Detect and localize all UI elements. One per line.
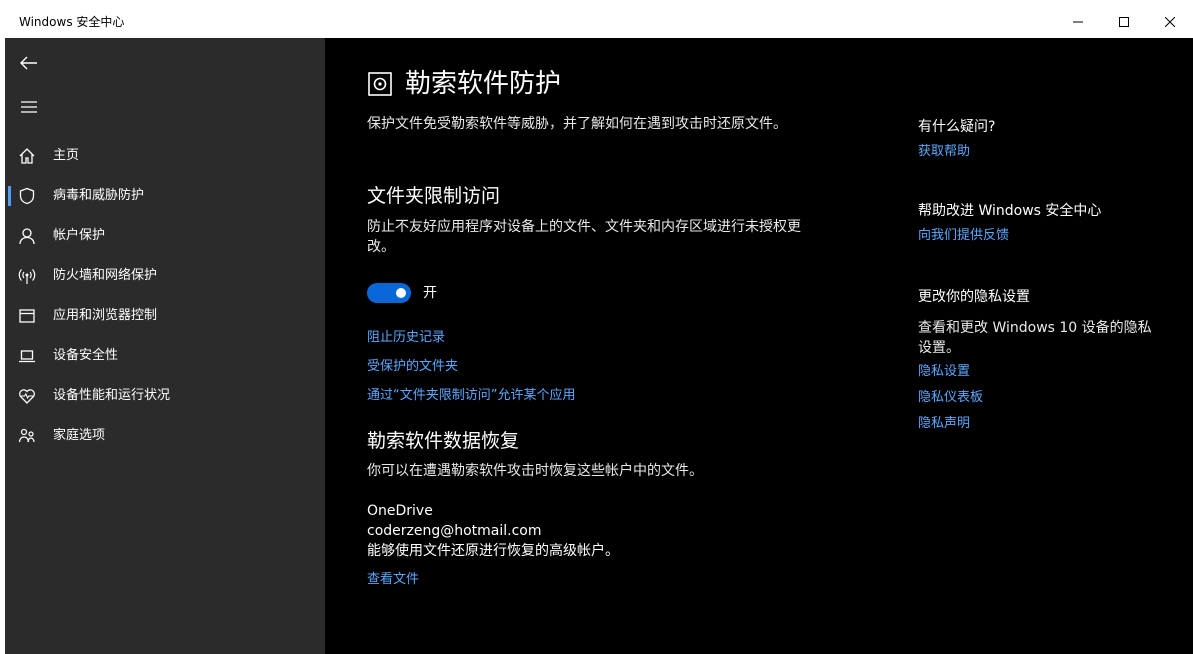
nav-item-label: 防火墙和网络保护 (53, 268, 158, 283)
page-header: 勒索软件防护 (367, 68, 561, 100)
nav-item-account-protection[interactable]: 帐户保护 (5, 216, 325, 256)
back-button[interactable] (5, 43, 53, 83)
block-history-link[interactable]: 阻止历史记录 (367, 330, 445, 346)
recovery-heading: 勒索软件数据恢复 (367, 430, 520, 452)
toggle-knob (396, 288, 406, 298)
browser-window-icon (17, 306, 37, 326)
cfa-toggle-row: 开 (367, 283, 437, 303)
ransomware-protection-icon (367, 71, 393, 97)
privacy-description-line: 查看和更改 Windows 10 设备的隐私 (918, 320, 1152, 336)
nav-item-label: 主页 (53, 148, 80, 163)
improve-heading: 帮助改进 Windows 安全中心 (918, 203, 1102, 219)
hamburger-icon (21, 101, 37, 113)
wifi-antenna-icon (17, 266, 37, 286)
sidebar: 主页 病毒和威胁防护 帐户保护 防火墙和网络保护 应用和浏览器控制 设备安全性 … (5, 38, 325, 654)
help-heading: 有什么疑问? (918, 119, 996, 135)
nav-item-label: 设备安全性 (53, 348, 119, 363)
nav-item-label: 设备性能和运行状况 (53, 388, 171, 403)
nav-item-app-browser-control[interactable]: 应用和浏览器控制 (5, 296, 325, 336)
feedback-link[interactable]: 向我们提供反馈 (918, 228, 1188, 244)
protected-folders-link[interactable]: 受保护的文件夹 (367, 359, 458, 375)
right-pane: 有什么疑问? 获取帮助 帮助改进 Windows 安全中心 向我们提供反馈 更改… (918, 118, 1188, 432)
app-window: Windows 安全中心 主页 病毒和威胁防护 帐户保护 防火墙和网络保护 应用… (5, 5, 1193, 654)
privacy-statement-link[interactable]: 隐私声明 (918, 416, 1188, 432)
close-button[interactable] (1147, 5, 1193, 38)
minimize-icon (1073, 21, 1083, 22)
cfa-description: 防止不友好应用程序对设备上的文件、文件夹和内存区域进行未授权更 改。 (367, 217, 847, 257)
title-bar: Windows 安全中心 (5, 5, 1193, 38)
heart-pulse-icon (17, 386, 37, 406)
nav-item-label: 帐户保护 (53, 228, 106, 243)
cfa-description-line: 防止不友好应用程序对设备上的文件、文件夹和内存区域进行未授权更 (367, 219, 801, 235)
toggle-state-label: 开 (423, 285, 437, 301)
page-subtitle: 保护文件免受勒索软件等威胁，并了解如何在遇到攻击时还原文件。 (367, 116, 787, 132)
privacy-description: 查看和更改 Windows 10 设备的隐私 设置。 (918, 318, 1188, 358)
nav-item-virus-protection[interactable]: 病毒和威胁防护 (5, 176, 325, 216)
laptop-icon (17, 346, 37, 366)
nav-item-label: 病毒和威胁防护 (53, 188, 145, 203)
recovery-description: 你可以在遭遇勒索软件攻击时恢复这些帐户中的文件。 (367, 463, 703, 479)
person-icon (17, 226, 37, 246)
back-arrow-icon (20, 56, 37, 70)
privacy-heading: 更改你的隐私设置 (918, 289, 1030, 305)
cfa-toggle[interactable] (367, 283, 411, 303)
app-title: Windows 安全中心 (19, 15, 125, 29)
family-icon (17, 426, 37, 446)
menu-button[interactable] (5, 87, 53, 127)
close-icon (1165, 16, 1175, 27)
allow-app-link[interactable]: 通过“文件夹限制访问”允许某个应用 (367, 388, 575, 404)
privacy-description-line: 设置。 (918, 340, 960, 356)
cfa-heading: 文件夹限制访问 (367, 185, 501, 207)
nav-item-label: 家庭选项 (53, 428, 106, 443)
nav-item-label: 应用和浏览器控制 (53, 308, 158, 323)
nav-item-home[interactable]: 主页 (5, 136, 325, 176)
privacy-dashboard-link[interactable]: 隐私仪表板 (918, 390, 1188, 406)
page-title: 勒索软件防护 (405, 69, 562, 99)
nav-item-family-options[interactable]: 家庭选项 (5, 416, 325, 456)
nav-item-firewall[interactable]: 防火墙和网络保护 (5, 256, 325, 296)
main-content: 勒索软件防护 保护文件免受勒索软件等威胁，并了解如何在遇到攻击时还原文件。 文件… (325, 38, 1193, 654)
home-icon (17, 146, 37, 166)
maximize-button[interactable] (1101, 5, 1147, 38)
get-help-link[interactable]: 获取帮助 (918, 144, 1188, 160)
recovery-provider: OneDrive (367, 503, 433, 519)
nav-item-device-performance[interactable]: 设备性能和运行状况 (5, 376, 325, 416)
minimize-button[interactable] (1055, 5, 1101, 38)
view-files-link[interactable]: 查看文件 (367, 572, 419, 588)
privacy-settings-link[interactable]: 隐私设置 (918, 364, 1188, 380)
recovery-account-note: 能够使用文件还原进行恢复的高级帐户。 (367, 543, 619, 559)
recovery-account: coderzeng@hotmail.com (367, 523, 542, 539)
nav-item-device-security[interactable]: 设备安全性 (5, 336, 325, 376)
shield-icon (17, 186, 37, 206)
maximize-icon (1119, 16, 1129, 27)
cfa-description-line: 改。 (367, 239, 395, 255)
